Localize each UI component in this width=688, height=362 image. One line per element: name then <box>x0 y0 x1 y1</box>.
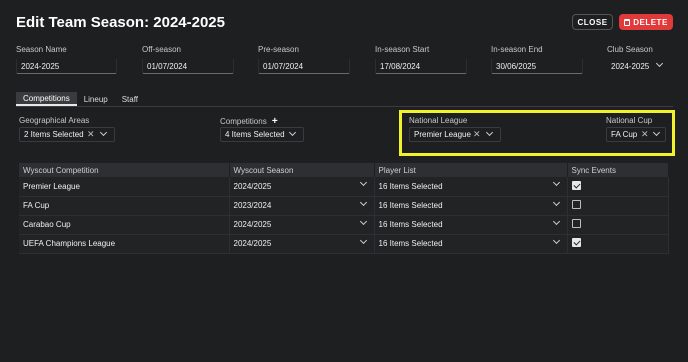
chevron-down-icon <box>552 217 560 225</box>
competitions-label-text: Competitions <box>220 117 267 126</box>
competition-cell: Carabao Cup <box>19 215 230 235</box>
sync-checkbox[interactable] <box>571 238 581 247</box>
sync-cell <box>567 215 669 235</box>
player-list-value: 16 Items Selected <box>378 220 443 229</box>
table-row: Premier League 2024/2025 16 Items Select… <box>19 177 669 197</box>
player-list-value: 16 Items Selected <box>378 239 443 248</box>
tab-staff[interactable]: Staff <box>115 92 145 106</box>
chevron-down-icon <box>288 128 297 137</box>
table-header-row: Wyscout Competition Wyscout Season Playe… <box>19 163 669 177</box>
season-name-label: Season Name <box>16 45 67 54</box>
highlight-box <box>399 110 675 156</box>
delete-button[interactable]: DELETE <box>619 14 673 30</box>
trash-icon <box>624 18 631 26</box>
season-name-value: 2024-2025 <box>21 61 60 71</box>
competition-cell: FA Cup <box>19 196 230 216</box>
col-player-list[interactable]: Player List <box>374 163 568 177</box>
sync-checkbox[interactable] <box>571 219 581 228</box>
player-list-value: 16 Items Selected <box>378 181 443 191</box>
in-season-start-value: 17/08/2024 <box>380 61 421 71</box>
pre-season-label: Pre-season <box>258 45 299 54</box>
sync-cell <box>567 234 669 254</box>
season-select[interactable]: 2024/2025 <box>229 215 375 235</box>
col-wyscout-competition[interactable]: Wyscout Competition <box>19 163 230 177</box>
club-season-value: 2024-2025 <box>611 61 650 71</box>
competitions-table: Wyscout Competition Wyscout Season Playe… <box>19 163 669 254</box>
season-select[interactable]: 2024/2025 <box>229 177 375 197</box>
tab-divider <box>16 106 673 107</box>
col-wyscout-season[interactable]: Wyscout Season <box>229 163 375 177</box>
chevron-down-icon <box>552 178 560 187</box>
col-sync-events[interactable]: Sync Events <box>567 163 669 177</box>
geo-areas-value: 2 Items Selected <box>24 130 84 139</box>
season-value: 2023/2024 <box>233 201 272 210</box>
in-season-end-label: In-season End <box>491 45 543 54</box>
competitions-select[interactable]: 4 Items Selected <box>220 127 304 142</box>
season-value: 2024/2025 <box>233 181 272 191</box>
season-name-input[interactable]: 2024-2025 <box>16 58 117 74</box>
player-list-select[interactable]: 16 Items Selected <box>374 215 568 235</box>
delete-label: DELETE <box>633 17 668 27</box>
player-list-value: 16 Items Selected <box>378 201 443 210</box>
club-season-label: Club Season <box>607 45 653 54</box>
pre-season-input[interactable]: 01/07/2024 <box>258 58 350 74</box>
in-season-end-value: 30/06/2025 <box>496 61 537 71</box>
chevron-down-icon <box>552 236 560 244</box>
chevron-down-icon <box>359 178 367 187</box>
chevron-down-icon <box>655 59 664 68</box>
player-list-select[interactable]: 16 Items Selected <box>374 177 568 197</box>
in-season-start-input[interactable]: 17/08/2024 <box>375 58 467 74</box>
player-list-select[interactable]: 16 Items Selected <box>374 234 568 254</box>
chevron-down-icon <box>359 236 367 244</box>
sync-checkbox[interactable] <box>571 200 581 209</box>
table-row: UEFA Champions League 2024/2025 16 Items… <box>19 234 669 254</box>
tab-lineup[interactable]: Lineup <box>77 92 115 106</box>
geo-areas-label: Geographical Areas <box>19 116 90 125</box>
chevron-down-icon <box>359 217 367 225</box>
competitions-label: Competitions + <box>220 116 278 127</box>
close-button[interactable]: CLOSE <box>572 14 613 30</box>
off-season-input[interactable]: 01/07/2024 <box>142 58 234 74</box>
season-select[interactable]: 2024/2025 <box>229 234 375 254</box>
competitions-value: 4 Items Selected <box>225 130 285 139</box>
add-competition-icon[interactable]: + <box>272 116 278 127</box>
table-row: Carabao Cup 2024/2025 16 Items Selected <box>19 215 669 235</box>
pre-season-value: 01/07/2024 <box>263 61 304 71</box>
chevron-down-icon <box>359 198 367 206</box>
season-value: 2024/2025 <box>233 220 272 229</box>
competition-cell: UEFA Champions League <box>19 234 230 254</box>
sync-cell <box>567 177 669 197</box>
season-select[interactable]: 2023/2024 <box>229 196 375 216</box>
in-season-start-label: In-season Start <box>375 45 430 54</box>
season-value: 2024/2025 <box>233 239 272 248</box>
page-title: Edit Team Season: 2024-2025 <box>16 14 225 31</box>
player-list-select[interactable]: 16 Items Selected <box>374 196 568 216</box>
in-season-end-input[interactable]: 30/06/2025 <box>491 58 583 74</box>
table-row: FA Cup 2023/2024 16 Items Selected <box>19 196 669 216</box>
off-season-label: Off-season <box>142 45 181 54</box>
sync-cell <box>567 196 669 216</box>
off-season-value: 01/07/2024 <box>147 61 188 71</box>
club-season-select[interactable]: 2024-2025 <box>607 58 670 74</box>
chevron-down-icon <box>99 128 108 137</box>
chevron-down-icon <box>552 198 560 206</box>
tab-bar: Competitions Lineup Staff <box>16 92 145 106</box>
tab-competitions[interactable]: Competitions <box>16 92 77 106</box>
clear-icon[interactable]: ✕ <box>87 129 95 140</box>
geo-areas-select[interactable]: 2 Items Selected ✕ <box>19 127 115 142</box>
competition-cell: Premier League <box>19 177 230 197</box>
sync-checkbox[interactable] <box>571 180 581 190</box>
